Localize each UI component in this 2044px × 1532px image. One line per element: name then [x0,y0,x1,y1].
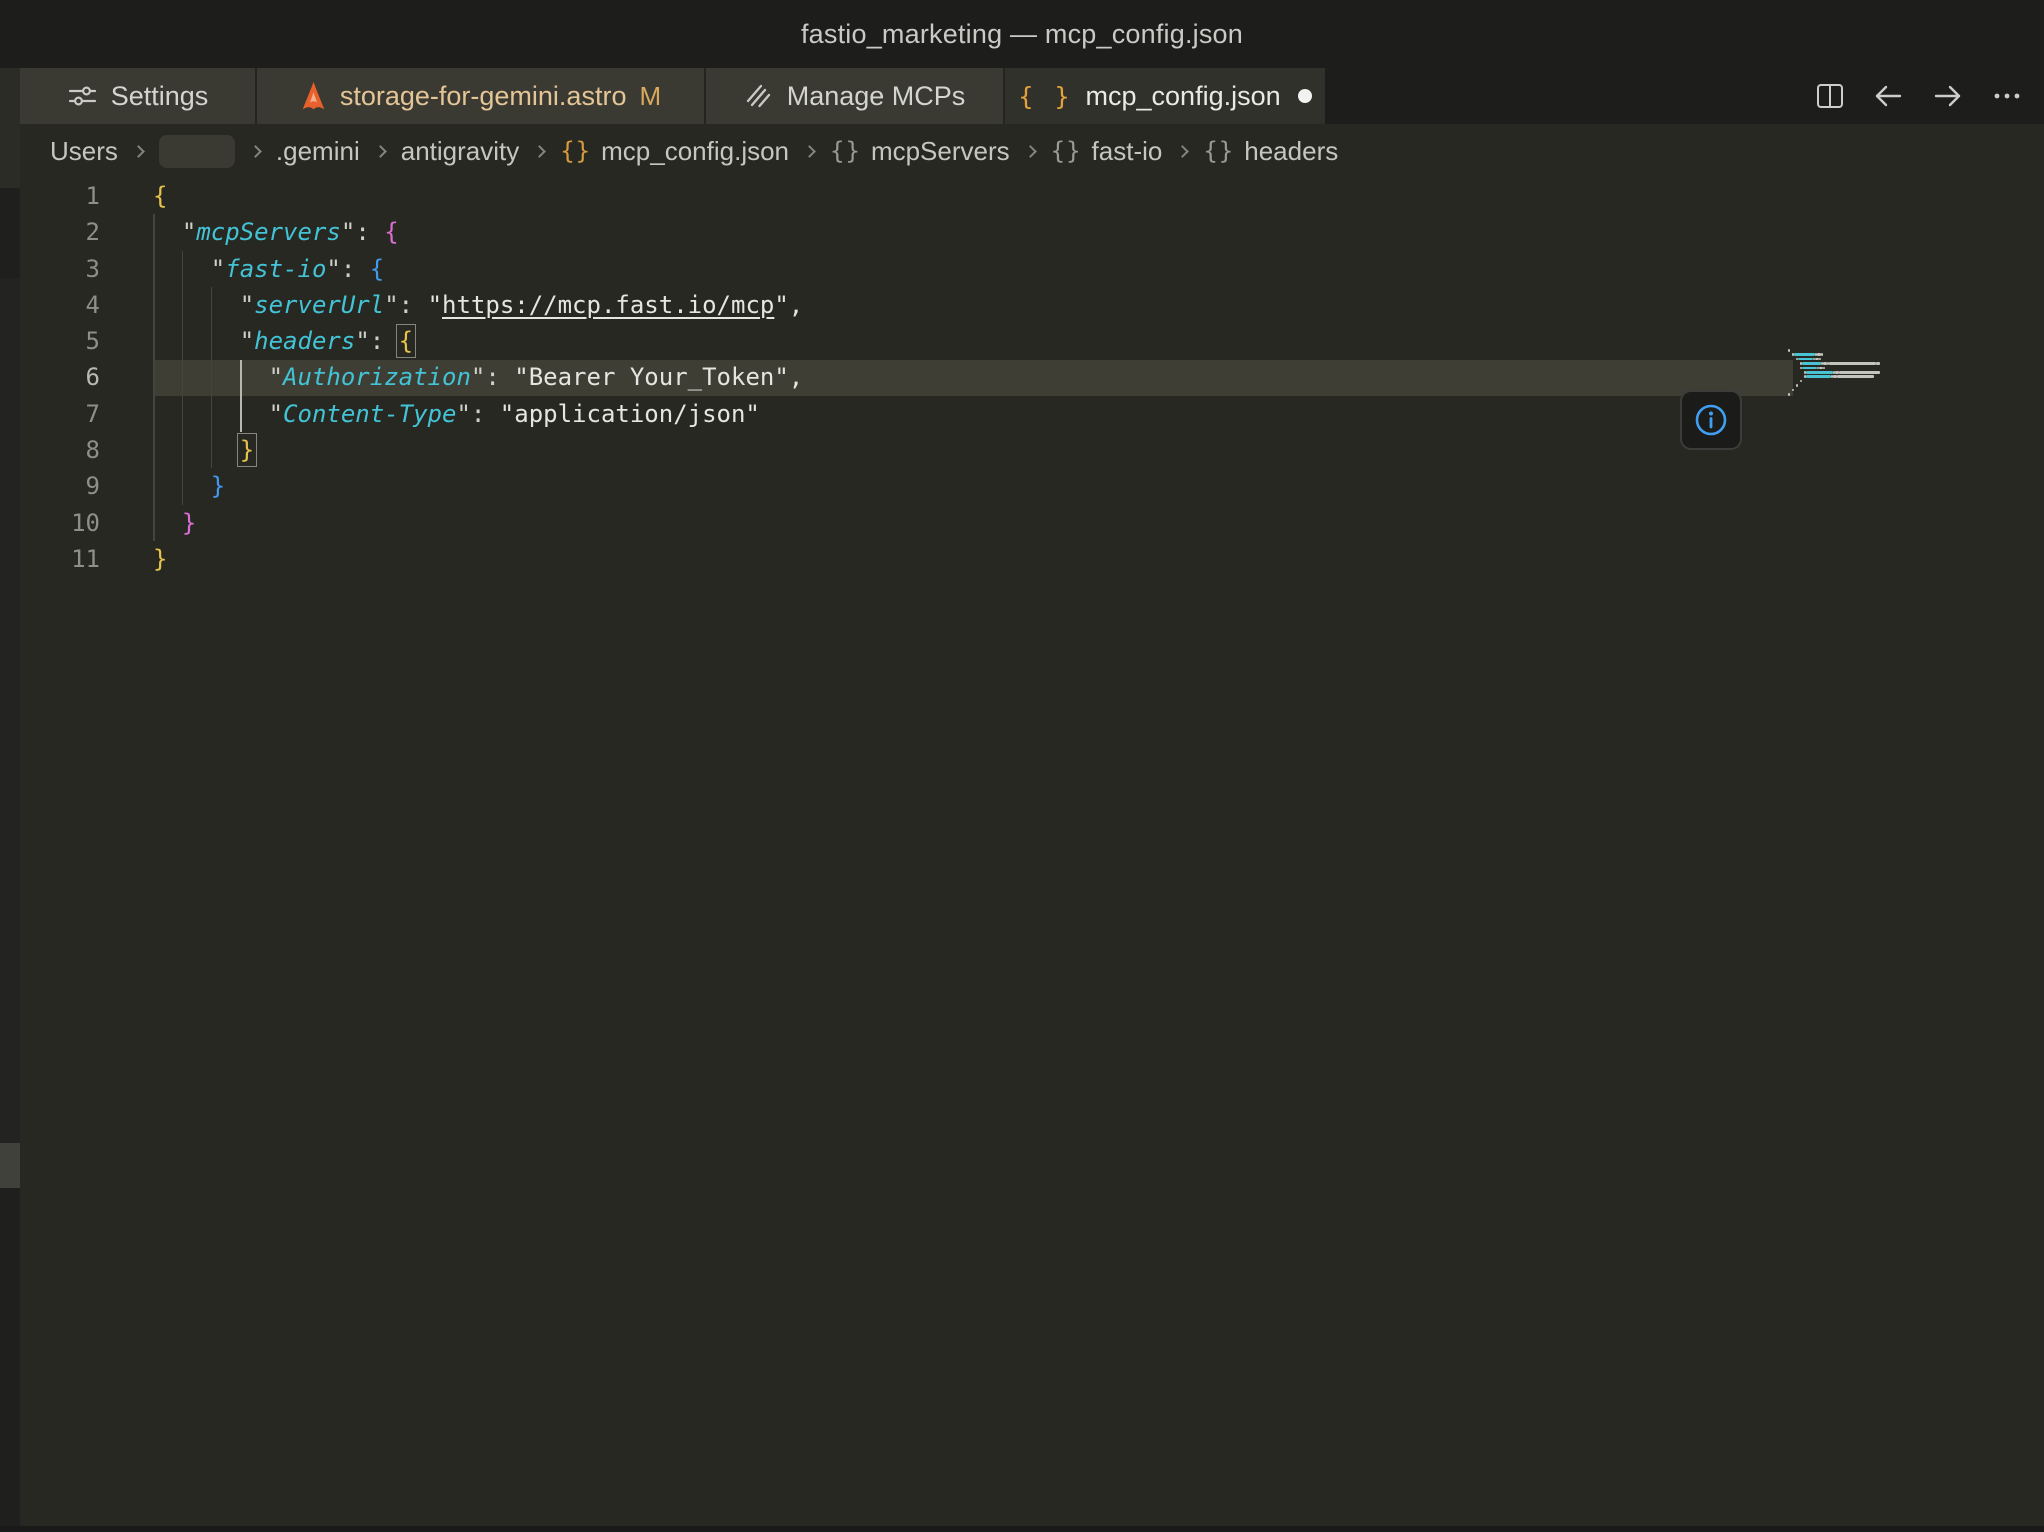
tab-mcp-config[interactable]: { } mcp_config.json [1005,68,1325,124]
code-line-6[interactable]: 6 "Authorization": "Bearer Your_Token", [0,359,2044,395]
window-bottom-edge [0,1526,2044,1532]
chevron-right-icon [803,145,816,158]
window-title: fastio_marketing — mcp_config.json [801,19,1243,50]
editor-window: fastio_marketing — mcp_config.json Setti… [0,0,2044,1532]
breadcrumb-item-fast-io[interactable]: {} fast-io [1051,136,1163,167]
breadcrumb-label: antigravity [401,136,520,167]
redacted-pill [159,135,235,168]
code-line-3[interactable]: 3 "fast-io": { [0,251,2044,287]
code-text: } [153,432,254,468]
breadcrumb-item-users[interactable]: Users [50,136,118,167]
code-text: { [153,178,167,214]
go-forward-button[interactable] [1932,81,1964,111]
tab-storage[interactable]: storage-for-gemini.astro M [257,68,706,124]
line-number: 4 [0,287,100,323]
line-number: 11 [0,541,100,577]
breadcrumb-item-username-redacted[interactable] [159,135,235,168]
breadcrumb-label: mcp_config.json [601,136,789,167]
line-number: 8 [0,432,100,468]
breadcrumb-label: fast-io [1092,136,1163,167]
code-line-11[interactable]: 11} [0,541,2044,577]
info-icon [1694,403,1728,437]
breadcrumb-item--gemini[interactable]: .gemini [276,136,360,167]
tab-label: Manage MCPs [787,81,966,112]
line-number: 2 [0,214,100,250]
code-text: "headers": { [153,323,413,359]
tab-label: storage-for-gemini.astro [340,81,627,112]
code-line-5[interactable]: 5 "headers": { [0,323,2044,359]
code-line-2[interactable]: 2 "mcpServers": { [0,214,2044,250]
breadcrumb-label: .gemini [276,136,360,167]
chevron-right-icon [249,145,262,158]
breadcrumb-item-mcpservers[interactable]: {} mcpServers [830,136,1010,167]
go-back-button[interactable] [1872,81,1904,111]
unsaved-dot[interactable] [1298,89,1312,103]
info-button[interactable] [1680,390,1742,450]
minimap[interactable] [1788,348,1918,396]
chevron-right-icon [1024,145,1037,158]
arrow-left-icon [1872,81,1904,111]
line-number: 3 [0,251,100,287]
code-line-10[interactable]: 10 } [0,505,2044,541]
tab-label: mcp_config.json [1086,81,1281,112]
tab-settings[interactable]: Settings [20,68,257,124]
line-number: 1 [0,178,100,214]
breadcrumb-item-mcp-config-json[interactable]: {} mcp_config.json [560,136,789,167]
more-button[interactable] [1992,91,2022,101]
chevron-right-icon [1176,145,1189,158]
ellipsis-icon [1992,91,2022,101]
editor-actions [1816,68,2022,124]
modified-badge: M [639,81,661,112]
code-text: "mcpServers": { [153,214,399,250]
code-text: } [153,468,225,504]
astro-icon [300,81,327,112]
code-text: "serverUrl": "https://mcp.fast.io/mcp", [153,287,803,323]
editor-pane[interactable]: 1{2 "mcpServers": {3 "fast-io": {4 "serv… [0,178,2044,1532]
breadcrumb-label: mcpServers [871,136,1010,167]
line-number: 10 [0,505,100,541]
json-braces-icon: { } [1018,82,1072,111]
json-symbol-icon: {} [560,137,591,165]
breadcrumb-label: headers [1244,136,1338,167]
breadcrumb: Users .gemini antigravity {} mcp_config.json… [20,124,2044,178]
breadcrumb-label: Users [50,136,118,167]
line-number: 7 [0,396,100,432]
code-text: "Content-Type": "application/json" [153,396,760,432]
tab-bar: Settings storage-for-gemini.astro M Manage … [20,68,2044,124]
chevron-right-icon [132,145,145,158]
line-number: 9 [0,468,100,504]
code-line-9[interactable]: 9 } [0,468,2044,504]
code-line-4[interactable]: 4 "serverUrl": "https://mcp.fast.io/mcp"… [0,287,2044,323]
code-text: } [153,505,196,541]
mcp-icon [744,81,774,111]
split-editor-icon [1816,83,1844,109]
title-bar: fastio_marketing — mcp_config.json [0,0,2044,68]
breadcrumb-item-antigravity[interactable]: antigravity [401,136,520,167]
minimap-line [1788,392,1918,396]
chevron-right-icon [533,145,546,158]
line-number: 5 [0,323,100,359]
arrow-right-icon [1932,81,1964,111]
code-text: "fast-io": { [153,251,384,287]
tab-label: Settings [111,81,209,112]
chevron-right-icon [374,145,387,158]
line-number: 6 [0,359,100,395]
code-line-1[interactable]: 1{ [0,178,2044,214]
sidebar-edge-segment [0,68,20,188]
tune-icon [67,82,98,110]
json-symbol-icon: {} [830,137,861,165]
split-editor-button[interactable] [1816,83,1844,109]
tab-manage-mcps[interactable]: Manage MCPs [706,68,1005,124]
breadcrumb-item-headers[interactable]: {} headers [1203,136,1338,167]
json-symbol-icon: {} [1203,137,1234,165]
code-text: } [153,541,167,577]
json-symbol-icon: {} [1051,137,1082,165]
code-text: "Authorization": "Bearer Your_Token", [153,359,803,395]
